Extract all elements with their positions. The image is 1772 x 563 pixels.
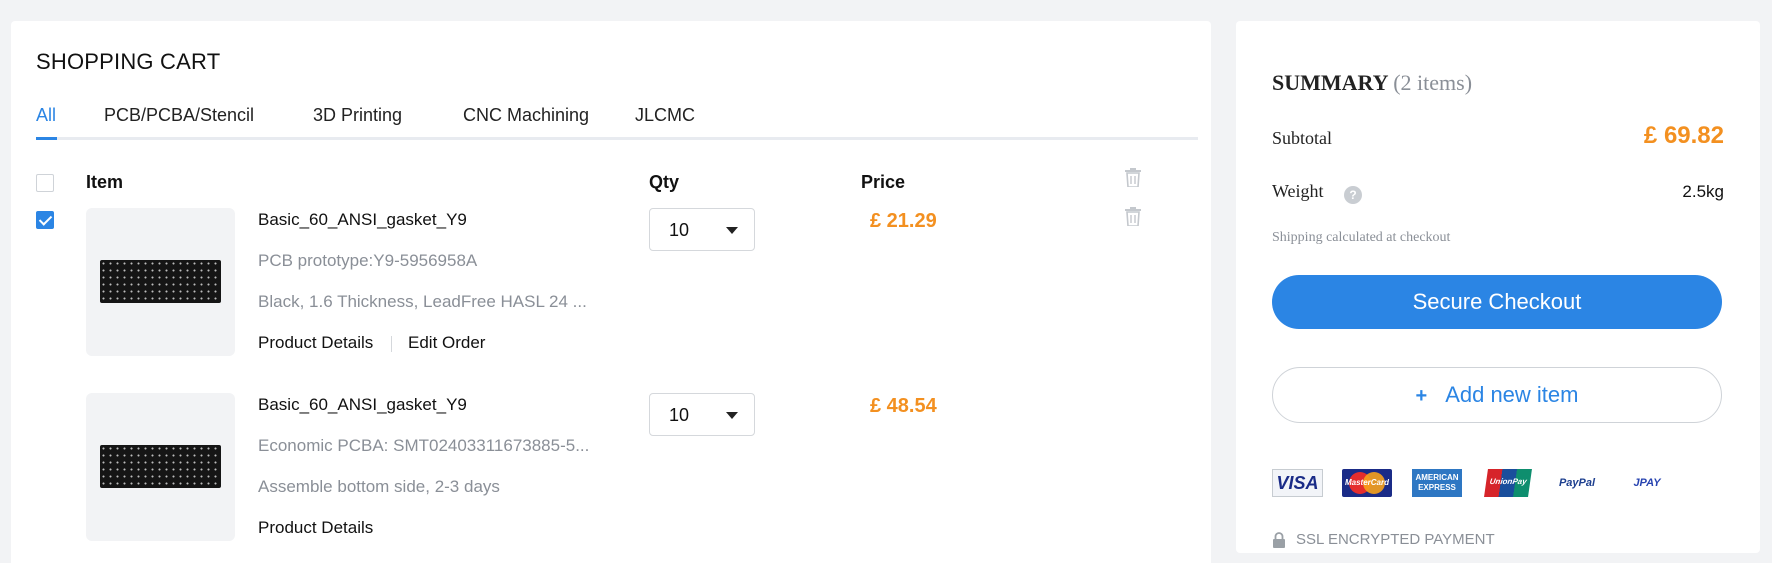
- quantity-select[interactable]: 10: [649, 393, 755, 436]
- active-tab-indicator: [36, 137, 57, 140]
- item-column-header: Item: [86, 172, 124, 192]
- paypal-icon: PayPal: [1558, 477, 1596, 489]
- select-all-checkbox[interactable]: [36, 174, 54, 192]
- shopping-cart-panel: SHOPPING CART All PCB/PCBA/Stencil 3D Pr…: [11, 21, 1211, 563]
- ssl-encrypted-label: SSL ENCRYPTED PAYMENT: [1296, 531, 1495, 548]
- summary-item-count: (2 items): [1393, 70, 1473, 95]
- tab-3d-printing[interactable]: 3D Printing: [313, 105, 402, 126]
- add-new-item-label: Add new item: [1445, 382, 1579, 407]
- product-specs: Black, 1.6 Thickness, LeadFree HASL 24 .…: [258, 292, 587, 311]
- secure-checkout-button[interactable]: Secure Checkout: [1272, 275, 1722, 329]
- product-order-id: PCB prototype:Y9-5956958A: [258, 251, 478, 270]
- quantity-value: 10: [669, 220, 690, 240]
- link-separator: [391, 336, 392, 352]
- add-new-item-button[interactable]: + Add new item: [1272, 367, 1722, 423]
- product-details-link[interactable]: Product Details: [258, 333, 373, 353]
- tab-all[interactable]: All: [36, 105, 56, 126]
- american-express-icon: AMERICAN EXPRESS: [1412, 469, 1462, 497]
- item-select-checkbox[interactable]: [36, 211, 54, 229]
- price-column-header: Price: [861, 172, 906, 192]
- chevron-down-icon: [726, 412, 738, 419]
- keyboard-pcba-image: [100, 445, 221, 488]
- page-title: SHOPPING CART: [36, 49, 221, 74]
- tab-jlcmc[interactable]: JLCMC: [635, 105, 695, 126]
- product-thumbnail[interactable]: [86, 393, 235, 541]
- shipping-note: Shipping calculated at checkout: [1272, 230, 1451, 245]
- qty-column-header: Qty: [649, 172, 680, 192]
- product-thumbnail[interactable]: [86, 208, 235, 356]
- summary-title: SUMMARY (2 items): [1272, 70, 1472, 96]
- summary-title-text: SUMMARY: [1272, 70, 1388, 95]
- weight-label: Weight: [1272, 181, 1324, 201]
- quantity-value: 10: [669, 405, 690, 425]
- product-name[interactable]: Basic_60_ANSI_gasket_Y9: [258, 395, 467, 415]
- weight-value: 2.5kg: [1682, 182, 1724, 201]
- lock-icon: [1273, 532, 1285, 548]
- jpay-icon: JPAY: [1633, 477, 1661, 489]
- product-specs: Assemble bottom side, 2-3 days: [258, 477, 500, 496]
- delete-all-trash-icon[interactable]: [1125, 168, 1141, 187]
- product-details-link[interactable]: Product Details: [258, 518, 373, 538]
- help-icon[interactable]: ?: [1344, 186, 1362, 204]
- delete-item-trash-icon[interactable]: [1125, 207, 1141, 226]
- edit-order-link[interactable]: Edit Order: [408, 333, 485, 353]
- product-name[interactable]: Basic_60_ANSI_gasket_Y9: [258, 210, 467, 230]
- visa-icon: VISA: [1272, 469, 1323, 497]
- subtotal-label: Subtotal: [1272, 128, 1333, 148]
- item-price: £ 48.54: [870, 395, 937, 417]
- order-summary-panel: SUMMARY (2 items) Subtotal £ 69.82 Weigh…: [1236, 21, 1760, 553]
- quantity-select[interactable]: 10: [649, 208, 755, 251]
- subtotal-value: £ 69.82: [1643, 122, 1724, 149]
- product-order-id: Economic PCBA: SMT02403311673885-5...: [258, 436, 590, 455]
- mastercard-icon: MasterCard: [1342, 469, 1392, 497]
- tab-pcb-pcba-stencil[interactable]: PCB/PCBA/Stencil: [104, 105, 254, 126]
- keyboard-pcb-image: [100, 260, 221, 303]
- chevron-down-icon: [726, 227, 738, 234]
- item-price: £ 21.29: [870, 210, 937, 232]
- category-tabs: All PCB/PCBA/Stencil 3D Printing CNC Mac…: [36, 100, 1198, 140]
- unionpay-icon: UnionPay: [1484, 469, 1532, 497]
- plus-icon: +: [1415, 385, 1428, 407]
- tab-cnc-machining[interactable]: CNC Machining: [463, 105, 589, 126]
